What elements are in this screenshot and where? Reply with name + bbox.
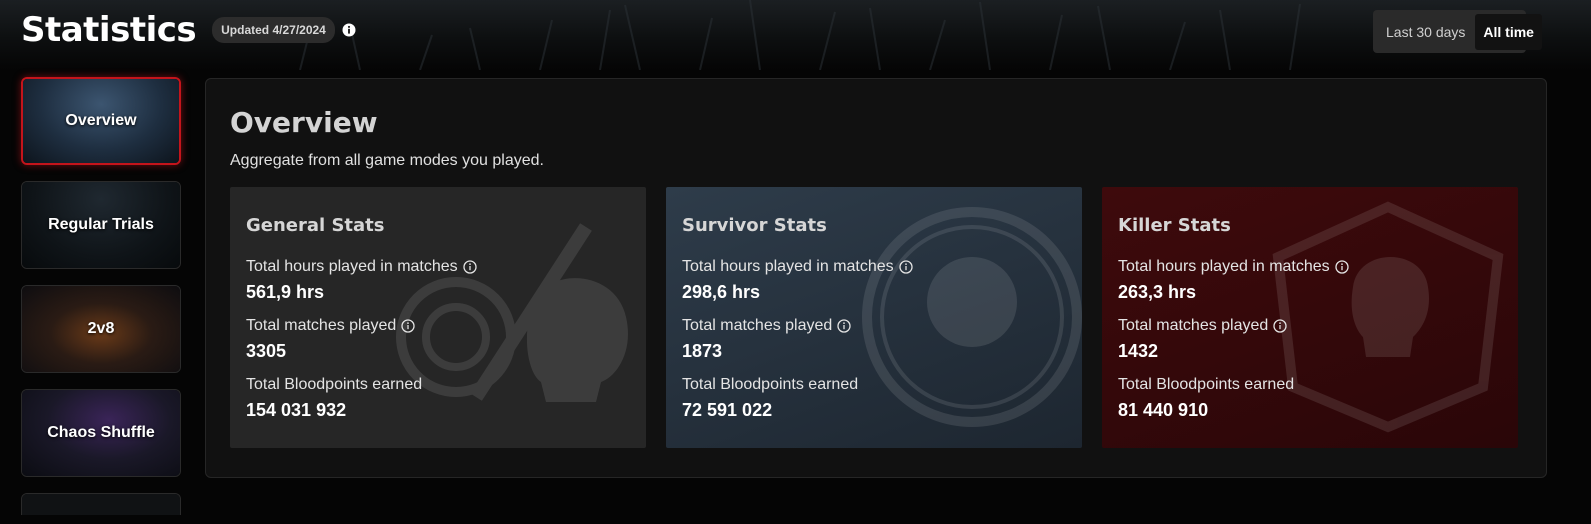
killer-stats-title: Killer Stats: [1118, 215, 1231, 236]
page-title: Statistics: [21, 10, 197, 50]
sidebar-item-label: Overview: [65, 112, 137, 129]
sidebar-item-regular-trials[interactable]: Regular Trials: [21, 181, 181, 269]
range-all-time[interactable]: All time: [1475, 13, 1542, 50]
general-matches-label: Total matches played: [246, 317, 415, 335]
killer-bloodpoints-label: Total Bloodpoints earned: [1118, 376, 1295, 393]
info-icon[interactable]: [401, 319, 415, 333]
killer-hours-label: Total hours played in matches: [1118, 258, 1349, 276]
range-last-30-days[interactable]: Last 30 days: [1376, 14, 1475, 50]
survivor-hours-value: 298,6 hrs: [682, 282, 761, 302]
killer-matches-value: 1432: [1118, 341, 1159, 361]
info-icon[interactable]: [342, 23, 356, 37]
killer-emblem-icon: [1272, 201, 1504, 433]
updated-badge: Updated 4/27/2024: [212, 17, 335, 43]
info-icon[interactable]: [1273, 319, 1287, 333]
info-icon[interactable]: [899, 260, 913, 274]
stat-label-text: Total matches played: [1118, 317, 1269, 334]
killer-matches-label: Total matches played: [1118, 317, 1287, 335]
overview-panel: Overview Aggregate from all game modes y…: [205, 78, 1547, 478]
skull-emblem-icon: [396, 223, 628, 402]
survivor-hours-label: Total hours played in matches: [682, 258, 913, 276]
overview-subtitle: Aggregate from all game modes you played…: [230, 152, 544, 169]
killer-stats-card: Killer Stats Total hours played in match…: [1102, 187, 1518, 448]
more-thumbnail: [22, 494, 180, 515]
general-hours-value: 561,9 hrs: [246, 282, 325, 302]
sidebar-item-label: 2v8: [87, 320, 115, 337]
sidebar-item-label: Regular Trials: [48, 216, 154, 233]
stat-label-text: Total matches played: [246, 317, 397, 334]
info-icon[interactable]: [837, 319, 851, 333]
survivor-matches-value: 1873: [682, 341, 723, 361]
survivor-bloodpoints-value: 72 591 022: [682, 400, 773, 420]
survivor-matches-label: Total matches played: [682, 317, 851, 335]
sidebar: Overview Regular Trials 2v8 Chaos Shuffl…: [21, 77, 181, 524]
sidebar-item-overview[interactable]: Overview: [21, 77, 181, 165]
stat-label-text: Total hours played in matches: [1118, 258, 1330, 275]
page-header: Statistics Updated 4/27/2024: [21, 10, 356, 50]
general-bloodpoints-value: 154 031 932: [246, 400, 347, 420]
sidebar-item-label: Chaos Shuffle: [47, 424, 155, 441]
time-range-toggle: Last 30 days All time: [1373, 10, 1542, 53]
survivor-stats-title: Survivor Stats: [682, 215, 827, 236]
killer-hours-value: 263,3 hrs: [1118, 282, 1197, 302]
killer-bloodpoints-value: 81 440 910: [1118, 400, 1209, 420]
info-icon[interactable]: [1335, 260, 1349, 274]
general-stats-title: General Stats: [246, 215, 385, 236]
sidebar-item-2v8[interactable]: 2v8: [21, 285, 181, 373]
general-bloodpoints-label: Total Bloodpoints earned: [246, 376, 423, 393]
general-hours-label: Total hours played in matches: [246, 258, 477, 276]
general-matches-value: 3305: [246, 341, 287, 361]
stat-label-text: Total hours played in matches: [682, 258, 894, 275]
sidebar-item-chaos-shuffle[interactable]: Chaos Shuffle: [21, 389, 181, 477]
stat-label-text: Total hours played in matches: [246, 258, 458, 275]
stat-label-text: Total matches played: [682, 317, 833, 334]
sidebar-item-more[interactable]: [21, 493, 181, 515]
survivor-emblem-icon: [862, 207, 1082, 427]
survivor-bloodpoints-label: Total Bloodpoints earned: [682, 376, 859, 393]
overview-title: Overview: [230, 106, 378, 139]
general-stats-card: General Stats Total hours played in matc…: [230, 187, 646, 448]
survivor-stats-card: Survivor Stats Total hours played in mat…: [666, 187, 1082, 448]
info-icon[interactable]: [463, 260, 477, 274]
